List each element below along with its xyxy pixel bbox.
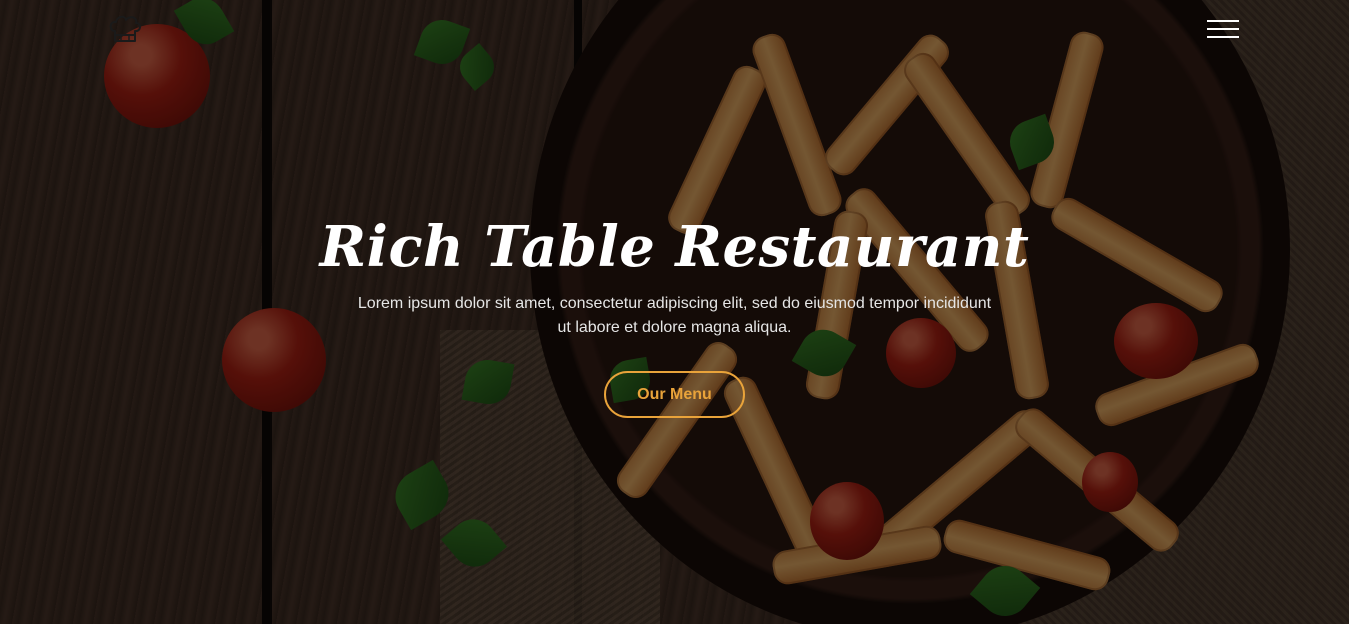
menu-bar bbox=[1207, 20, 1239, 22]
menu-bar bbox=[1207, 28, 1239, 30]
chef-hat-icon[interactable] bbox=[107, 14, 143, 44]
our-menu-button[interactable]: Our Menu bbox=[604, 371, 745, 418]
menu-bar bbox=[1207, 36, 1239, 38]
hero-title: Rich Table Restaurant bbox=[319, 214, 1030, 280]
hero-section: Rich Table Restaurant Lorem ipsum dolor … bbox=[0, 208, 1349, 418]
hamburger-menu-icon[interactable] bbox=[1207, 20, 1239, 40]
hero-description: Lorem ipsum dolor sit amet, consectetur … bbox=[357, 295, 992, 336]
